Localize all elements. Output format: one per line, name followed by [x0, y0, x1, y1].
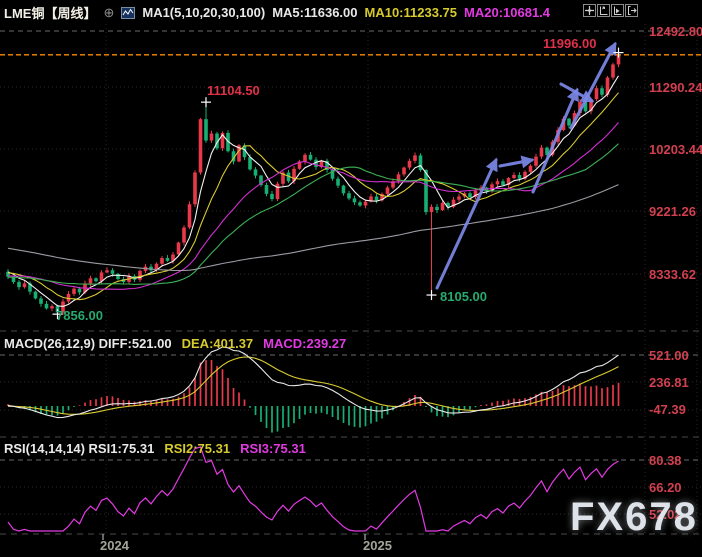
pane-expand-icon[interactable]	[625, 4, 638, 17]
ma-params-label: MA1(5,10,20,30,100)	[142, 5, 265, 20]
rsi-header: RSI(14,14,14) RSI1:75.31 RSI2:75.31 RSI3…	[4, 441, 306, 456]
y-axis-label: 9221.26	[649, 204, 696, 219]
y-axis-label: 8333.62	[649, 267, 696, 282]
rsi-axis-label: 66.20	[649, 480, 682, 495]
crosshair-toggle-icon[interactable]: ⊕	[103, 5, 114, 21]
start-low-annotation: 7856.00	[56, 308, 103, 323]
chart-thumbnail-icon[interactable]	[121, 7, 135, 19]
x-axis-label-2024: 2024	[100, 538, 129, 553]
macd-axis-label: -47.39	[649, 402, 686, 417]
fx678-watermark: FX678	[570, 495, 698, 540]
macd-axis-label: 236.81	[649, 375, 689, 390]
macd-header: MACD(26,12,9) DIFF:521.00 DEA:401.37 MAC…	[4, 336, 346, 351]
x-axis-label-2025: 2025	[363, 538, 392, 553]
rsi2-value: RSI2:75.31	[164, 441, 230, 456]
y-axis-label: 10203.44	[649, 142, 702, 157]
chart-toolbar	[583, 4, 638, 17]
ma20-value: MA20:10681.4	[464, 5, 550, 20]
peak-price-annotation: 11104.50	[207, 83, 260, 98]
chart-header: LME铜【周线】 ⊕ MA1(5,10,20,30,100) MA5:11636…	[4, 3, 550, 22]
y-axis-label: 12492.80	[649, 24, 702, 39]
axis-scale-right-icon[interactable]	[611, 4, 624, 17]
y-axis-label: 11290.24	[649, 80, 702, 95]
symbol-title: LME铜【周线】	[4, 3, 96, 22]
axis-scale-left-icon[interactable]	[597, 4, 610, 17]
macd-axis-label: 521.00	[649, 348, 689, 363]
crash-low-annotation: 8105.00	[440, 289, 487, 304]
rsi3-value: RSI3:75.31	[240, 441, 306, 456]
rsi1-value: RSI(14,14,14) RSI1:75.31	[4, 441, 154, 456]
rsi-axis-label: 80.38	[649, 453, 682, 468]
ma5-value: MA5:11636.00	[272, 5, 357, 20]
candlestick-chart[interactable]	[0, 0, 702, 557]
macd-value: MACD:239.27	[263, 336, 346, 351]
chart-app: LME铜【周线】 ⊕ MA1(5,10,20,30,100) MA5:11636…	[0, 0, 702, 557]
macd-diff-value: MACD(26,12,9) DIFF:521.00	[4, 336, 172, 351]
ma10-value: MA10:11233.75	[365, 5, 458, 20]
macd-dea-value: DEA:401.37	[182, 336, 254, 351]
crosshair-move-icon[interactable]	[583, 4, 596, 17]
current-price-annotation: 11996.00	[543, 36, 597, 51]
